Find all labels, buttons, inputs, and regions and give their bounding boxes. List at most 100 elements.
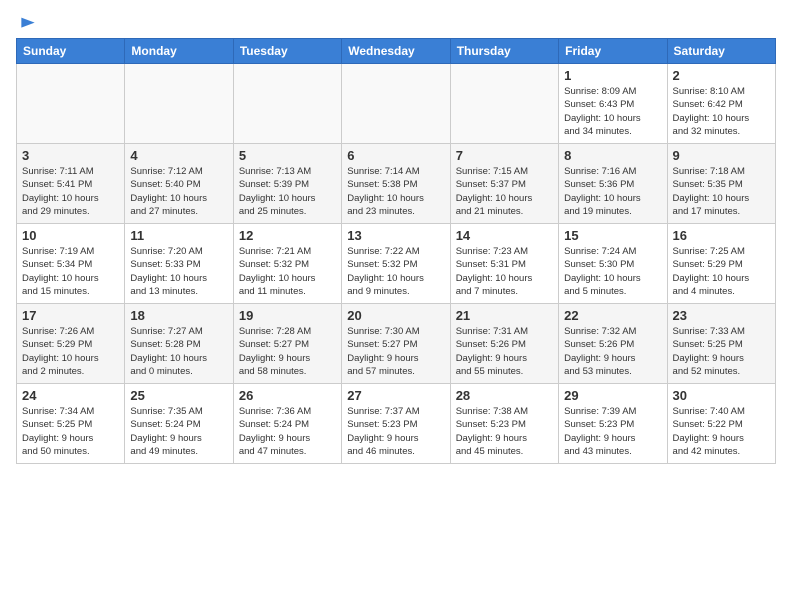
day-number: 2 (673, 68, 770, 83)
day-sun-info: Sunrise: 7:35 AM Sunset: 5:24 PM Dayligh… (130, 405, 227, 458)
calendar-day-cell (450, 64, 558, 144)
calendar-day-cell: 23 Sunrise: 7:33 AM Sunset: 5:25 PM Dayli… (667, 304, 775, 384)
calendar-day-cell: 24Sunrise: 7:34 AM Sunset: 5:25 PM Dayli… (17, 384, 125, 464)
calendar-day-cell: 13Sunrise: 7:22 AM Sunset: 5:32 PM Dayli… (342, 224, 450, 304)
calendar-day-cell (342, 64, 450, 144)
calendar-week-row: 17 Sunrise: 7:26 AM Sunset: 5:29 PM Dayli… (17, 304, 776, 384)
calendar-day-cell: 8Sunrise: 7:16 AM Sunset: 5:36 PM Daylig… (559, 144, 667, 224)
day-of-week-header: Monday (125, 39, 233, 64)
day-sun-info: Sunrise: 7:25 AM Sunset: 5:29 PM Dayligh… (673, 245, 770, 298)
day-sun-info: Sunrise: 7:18 AM Sunset: 5:35 PM Dayligh… (673, 165, 770, 218)
day-number: 20 (347, 308, 444, 323)
day-number: 21 (456, 308, 553, 323)
day-number: 29 (564, 388, 661, 403)
calendar-day-cell: 15 Sunrise: 7:24 AM Sunset: 5:30 PM Dayli… (559, 224, 667, 304)
day-sun-info: Sunrise: 7:15 AM Sunset: 5:37 PM Dayligh… (456, 165, 553, 218)
day-sun-info: Sunrise: 7:32 AM Sunset: 5:26 PM Dayligh… (564, 325, 661, 378)
day-number: 17 (22, 308, 119, 323)
calendar-day-cell: 19 Sunrise: 7:28 AM Sunset: 5:27 PM Dayli… (233, 304, 341, 384)
calendar-week-row: 24Sunrise: 7:34 AM Sunset: 5:25 PM Dayli… (17, 384, 776, 464)
day-sun-info: Sunrise: 7:31 AM Sunset: 5:26 PM Dayligh… (456, 325, 553, 378)
calendar-day-cell: 30 Sunrise: 7:40 AM Sunset: 5:22 PM Dayli… (667, 384, 775, 464)
day-number: 11 (130, 228, 227, 243)
day-number: 26 (239, 388, 336, 403)
day-sun-info: Sunrise: 7:33 AM Sunset: 5:25 PM Dayligh… (673, 325, 770, 378)
day-sun-info: Sunrise: 7:11 AM Sunset: 5:41 PM Dayligh… (22, 165, 119, 218)
logo-flag-icon (18, 16, 38, 36)
calendar-day-cell: 4Sunrise: 7:12 AM Sunset: 5:40 PM Daylig… (125, 144, 233, 224)
day-sun-info: Sunrise: 8:10 AM Sunset: 6:42 PM Dayligh… (673, 85, 770, 138)
calendar-day-cell: 1 Sunrise: 8:09 AM Sunset: 6:43 PM Daylig… (559, 64, 667, 144)
day-number: 23 (673, 308, 770, 323)
day-sun-info: Sunrise: 7:36 AM Sunset: 5:24 PM Dayligh… (239, 405, 336, 458)
calendar-week-row: 1 Sunrise: 8:09 AM Sunset: 6:43 PM Daylig… (17, 64, 776, 144)
calendar-day-cell: 10 Sunrise: 7:19 AM Sunset: 5:34 PM Dayli… (17, 224, 125, 304)
day-sun-info: Sunrise: 7:22 AM Sunset: 5:32 PM Dayligh… (347, 245, 444, 298)
day-sun-info: Sunrise: 7:27 AM Sunset: 5:28 PM Dayligh… (130, 325, 227, 378)
day-of-week-header: Sunday (17, 39, 125, 64)
day-of-week-header: Wednesday (342, 39, 450, 64)
day-sun-info: Sunrise: 7:26 AM Sunset: 5:29 PM Dayligh… (22, 325, 119, 378)
calendar-day-cell: 21 Sunrise: 7:31 AM Sunset: 5:26 PM Dayli… (450, 304, 558, 384)
day-number: 1 (564, 68, 661, 83)
day-number: 28 (456, 388, 553, 403)
day-sun-info: Sunrise: 7:28 AM Sunset: 5:27 PM Dayligh… (239, 325, 336, 378)
day-of-week-header: Saturday (667, 39, 775, 64)
day-sun-info: Sunrise: 7:19 AM Sunset: 5:34 PM Dayligh… (22, 245, 119, 298)
day-number: 10 (22, 228, 119, 243)
day-sun-info: Sunrise: 7:13 AM Sunset: 5:39 PM Dayligh… (239, 165, 336, 218)
day-sun-info: Sunrise: 7:24 AM Sunset: 5:30 PM Dayligh… (564, 245, 661, 298)
day-number: 9 (673, 148, 770, 163)
calendar-day-cell: 7 Sunrise: 7:15 AM Sunset: 5:37 PM Daylig… (450, 144, 558, 224)
calendar-day-cell: 26 Sunrise: 7:36 AM Sunset: 5:24 PM Dayli… (233, 384, 341, 464)
calendar-day-cell: 28 Sunrise: 7:38 AM Sunset: 5:23 PM Dayli… (450, 384, 558, 464)
calendar-day-cell: 22 Sunrise: 7:32 AM Sunset: 5:26 PM Dayli… (559, 304, 667, 384)
day-number: 19 (239, 308, 336, 323)
calendar-day-cell: 11 Sunrise: 7:20 AM Sunset: 5:33 PM Dayli… (125, 224, 233, 304)
day-number: 6 (347, 148, 444, 163)
day-number: 16 (673, 228, 770, 243)
day-sun-info: Sunrise: 8:09 AM Sunset: 6:43 PM Dayligh… (564, 85, 661, 138)
calendar-day-cell: 5 Sunrise: 7:13 AM Sunset: 5:39 PM Daylig… (233, 144, 341, 224)
day-sun-info: Sunrise: 7:21 AM Sunset: 5:32 PM Dayligh… (239, 245, 336, 298)
calendar-day-cell: 18 Sunrise: 7:27 AM Sunset: 5:28 PM Dayli… (125, 304, 233, 384)
day-sun-info: Sunrise: 7:12 AM Sunset: 5:40 PM Dayligh… (130, 165, 227, 218)
day-sun-info: Sunrise: 7:23 AM Sunset: 5:31 PM Dayligh… (456, 245, 553, 298)
day-number: 3 (22, 148, 119, 163)
day-number: 30 (673, 388, 770, 403)
day-sun-info: Sunrise: 7:40 AM Sunset: 5:22 PM Dayligh… (673, 405, 770, 458)
day-number: 22 (564, 308, 661, 323)
calendar-table: SundayMondayTuesdayWednesdayThursdayFrid… (16, 38, 776, 464)
day-number: 7 (456, 148, 553, 163)
calendar-day-cell: 16 Sunrise: 7:25 AM Sunset: 5:29 PM Dayli… (667, 224, 775, 304)
page-header (16, 16, 776, 30)
day-number: 27 (347, 388, 444, 403)
day-sun-info: Sunrise: 7:14 AM Sunset: 5:38 PM Dayligh… (347, 165, 444, 218)
day-of-week-header: Friday (559, 39, 667, 64)
calendar-day-cell: 3 Sunrise: 7:11 AM Sunset: 5:41 PM Daylig… (17, 144, 125, 224)
day-number: 25 (130, 388, 227, 403)
day-of-week-header: Tuesday (233, 39, 341, 64)
day-sun-info: Sunrise: 7:38 AM Sunset: 5:23 PM Dayligh… (456, 405, 553, 458)
day-number: 18 (130, 308, 227, 323)
day-number: 8 (564, 148, 661, 163)
day-sun-info: Sunrise: 7:20 AM Sunset: 5:33 PM Dayligh… (130, 245, 227, 298)
calendar-day-cell: 12 Sunrise: 7:21 AM Sunset: 5:32 PM Dayli… (233, 224, 341, 304)
day-sun-info: Sunrise: 7:30 AM Sunset: 5:27 PM Dayligh… (347, 325, 444, 378)
day-sun-info: Sunrise: 7:37 AM Sunset: 5:23 PM Dayligh… (347, 405, 444, 458)
day-number: 24 (22, 388, 119, 403)
calendar-day-cell: 6 Sunrise: 7:14 AM Sunset: 5:38 PM Daylig… (342, 144, 450, 224)
day-number: 14 (456, 228, 553, 243)
calendar-header-row: SundayMondayTuesdayWednesdayThursdayFrid… (17, 39, 776, 64)
day-number: 15 (564, 228, 661, 243)
calendar-day-cell: 9 Sunrise: 7:18 AM Sunset: 5:35 PM Daylig… (667, 144, 775, 224)
calendar-day-cell: 27 Sunrise: 7:37 AM Sunset: 5:23 PM Dayli… (342, 384, 450, 464)
day-number: 12 (239, 228, 336, 243)
calendar-week-row: 3 Sunrise: 7:11 AM Sunset: 5:41 PM Daylig… (17, 144, 776, 224)
calendar-day-cell: 20 Sunrise: 7:30 AM Sunset: 5:27 PM Dayli… (342, 304, 450, 384)
calendar-day-cell: 17 Sunrise: 7:26 AM Sunset: 5:29 PM Dayli… (17, 304, 125, 384)
calendar-day-cell: 2 Sunrise: 8:10 AM Sunset: 6:42 PM Daylig… (667, 64, 775, 144)
calendar-day-cell: 25 Sunrise: 7:35 AM Sunset: 5:24 PM Dayli… (125, 384, 233, 464)
day-number: 5 (239, 148, 336, 163)
logo (16, 16, 38, 30)
